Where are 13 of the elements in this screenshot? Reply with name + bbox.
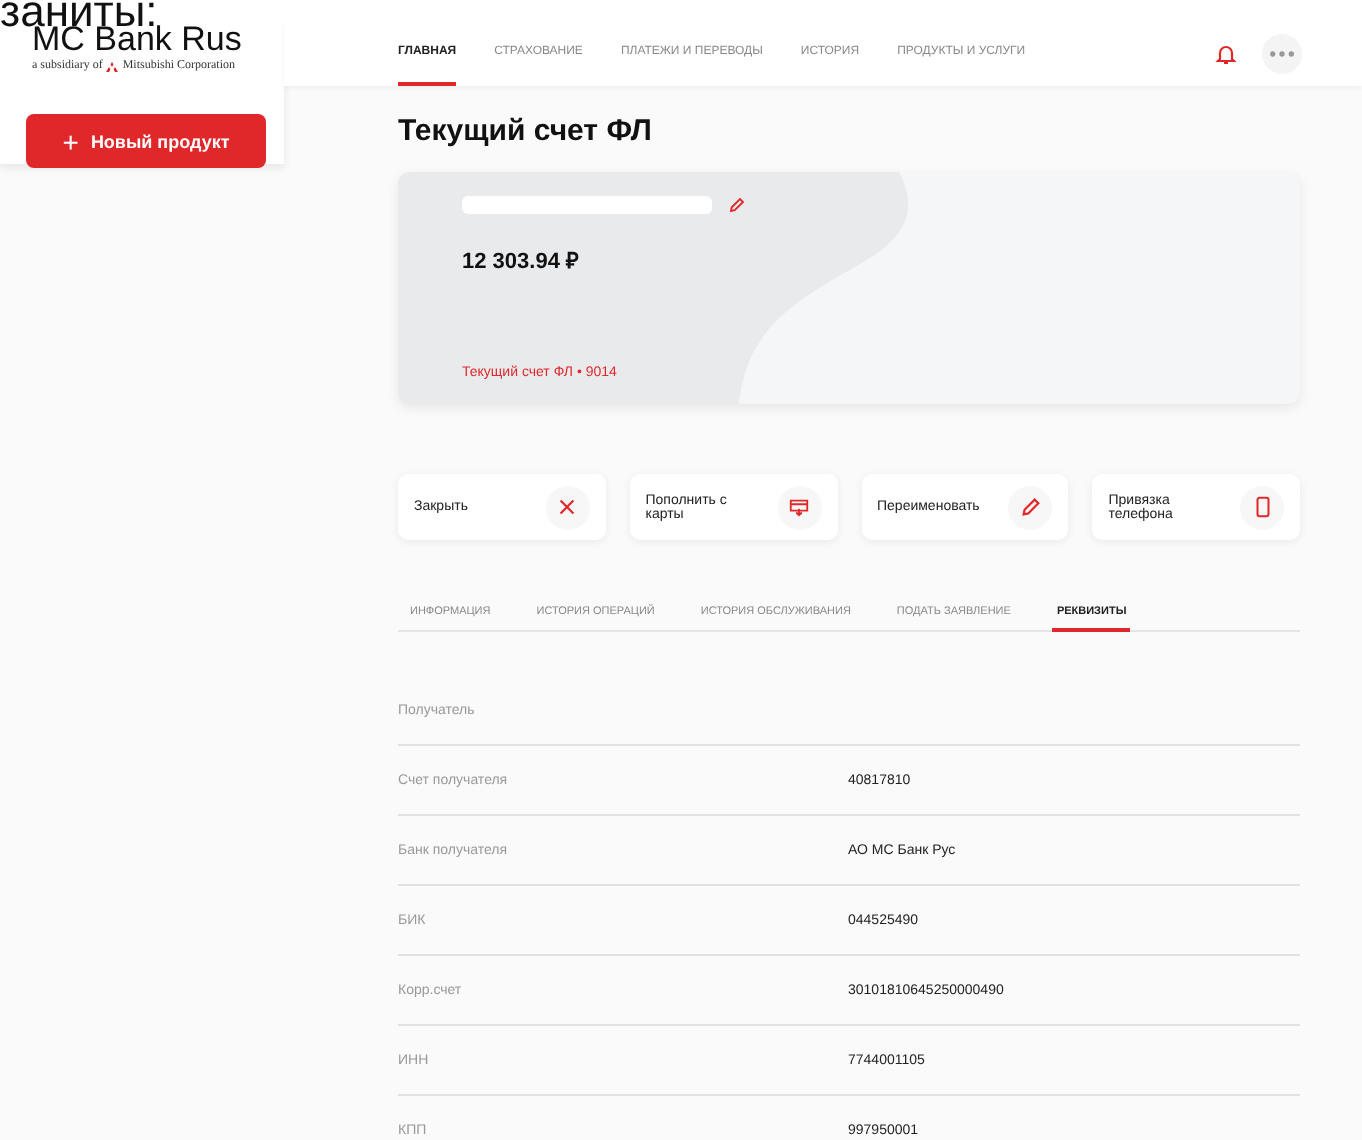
page-title: Текущий счет ФЛ — [398, 114, 654, 148]
three-diamond-icon — [106, 61, 119, 71]
phone-icon — [1251, 496, 1273, 518]
card-arrow-icon — [788, 496, 810, 518]
more-button[interactable] — [1262, 33, 1302, 73]
pencil-icon[interactable] — [728, 195, 746, 213]
cross-icon — [556, 496, 579, 518]
dots-icon — [1268, 50, 1296, 58]
pencil-icon — [1019, 496, 1042, 518]
new-product-button[interactable]: + Новый продукт — [26, 114, 266, 168]
bell-icon[interactable] — [1214, 41, 1238, 65]
balance-amount: 12 303.94 ₽ — [462, 248, 581, 274]
plus-icon: + — [62, 125, 79, 157]
